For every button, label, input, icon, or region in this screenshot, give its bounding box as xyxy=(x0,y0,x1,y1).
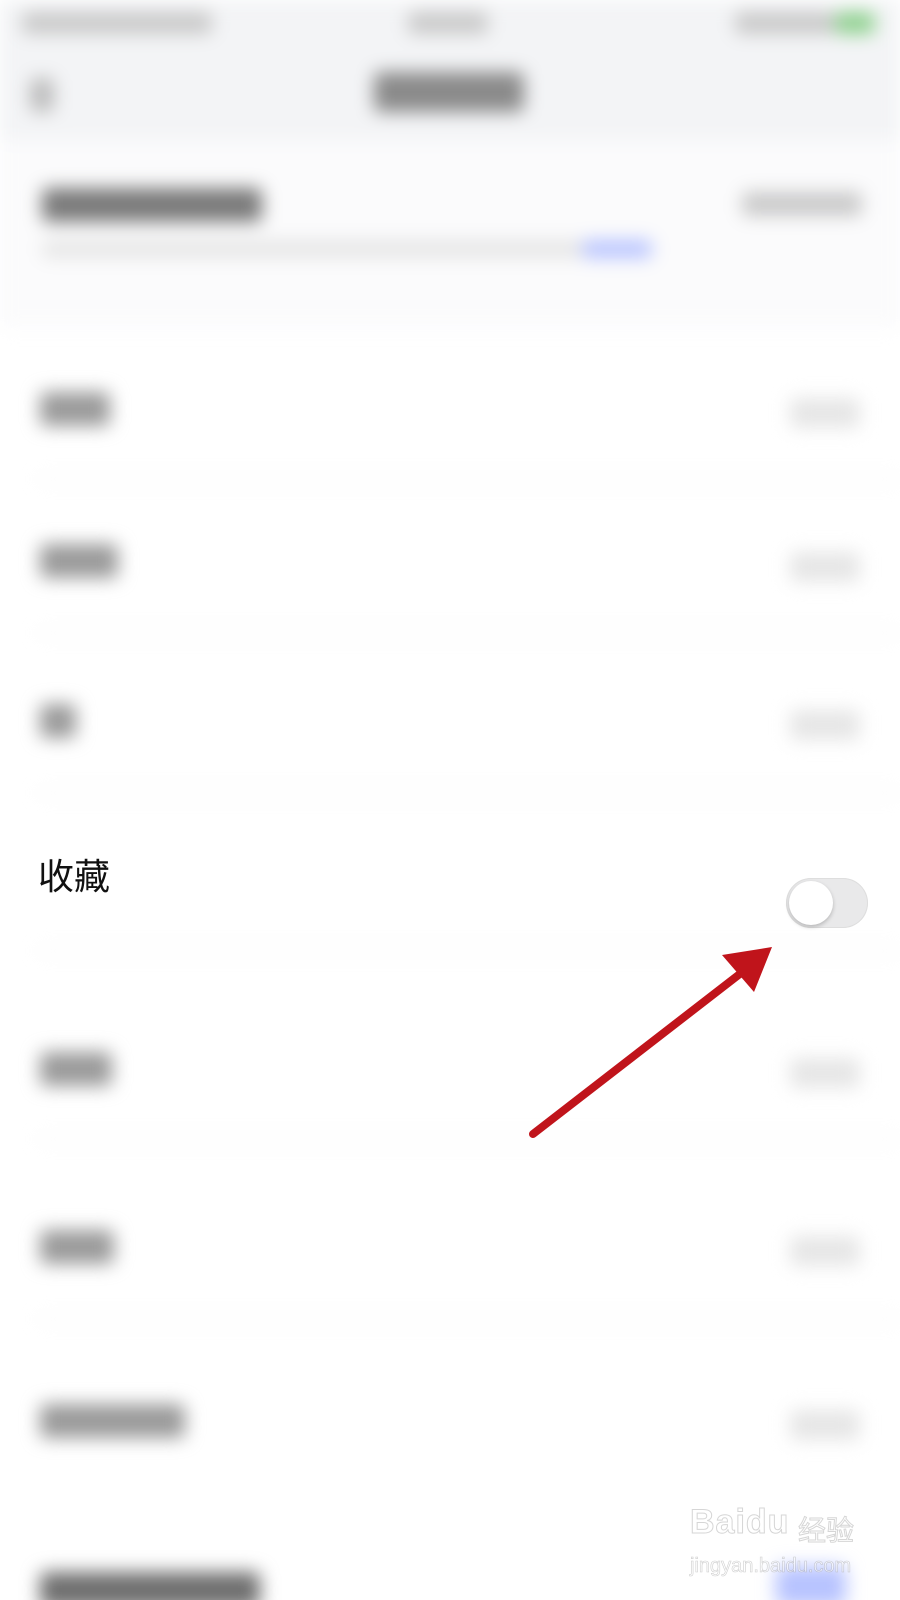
toggle-knob xyxy=(789,881,833,925)
favorites-toggle[interactable] xyxy=(786,878,868,928)
favorites-label: 收藏 xyxy=(38,857,111,898)
watermark-brand: 经验 xyxy=(797,1514,855,1548)
watermark-url: jingyan.baidu.com xyxy=(690,1555,852,1578)
blurred-background-content xyxy=(0,0,900,1600)
status-bar xyxy=(0,0,900,48)
settings-screen: 收藏 Baidu 经验 jingyan.baidu.com xyxy=(0,0,900,1600)
baidu-jingyan-watermark: Baidu 经验 jingyan.baidu.com xyxy=(689,1503,870,1593)
account-header-section xyxy=(0,140,900,328)
watermark-logo: Baidu xyxy=(689,1503,790,1542)
navigation-bar xyxy=(0,48,900,140)
